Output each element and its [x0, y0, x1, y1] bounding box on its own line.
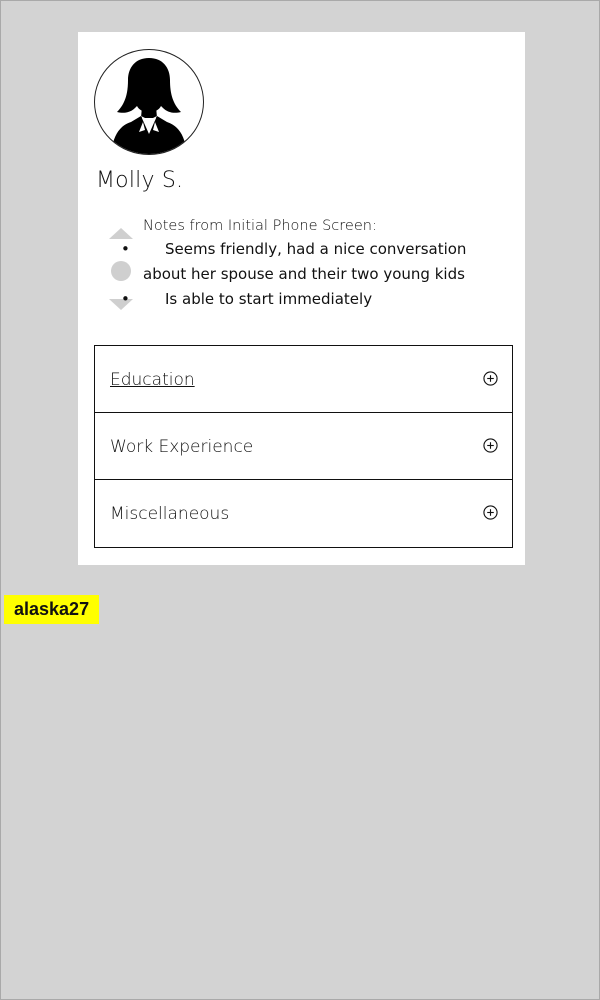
- candidate-name: Molly S.: [96, 168, 184, 193]
- avatar: [94, 49, 204, 155]
- person-silhouette-icon: [111, 58, 187, 154]
- plus-circle-icon[interactable]: [483, 371, 498, 386]
- sections-accordion: Education Work Experience Miscellaneous: [94, 345, 513, 548]
- username-tag: alaska27: [4, 595, 100, 624]
- candidate-card: Molly S. Notes from Initial Phone Screen…: [78, 32, 525, 565]
- notes-list-item: Seems friendly, had a nice conversation …: [121, 237, 508, 287]
- accordion-label[interactable]: Work Experience: [110, 437, 253, 457]
- accordion-label[interactable]: Education: [110, 370, 195, 390]
- accordion-row-education[interactable]: Education: [95, 346, 512, 413]
- scroll-thumb[interactable]: [111, 261, 131, 281]
- notes-block: Notes from Initial Phone Screen: Seems f…: [121, 215, 508, 312]
- plus-circle-icon[interactable]: [483, 505, 498, 520]
- accordion-row-work-experience[interactable]: Work Experience: [95, 413, 512, 480]
- notes-heading: Notes from Initial Phone Screen:: [143, 218, 377, 234]
- accordion-label[interactable]: Miscellaneous: [110, 504, 229, 524]
- notes-list: Seems friendly, had a nice conversation …: [121, 237, 508, 312]
- notes-list-item: Is able to start immediately: [121, 287, 508, 312]
- plus-circle-icon[interactable]: [483, 438, 498, 453]
- accordion-row-miscellaneous[interactable]: Miscellaneous: [95, 480, 512, 546]
